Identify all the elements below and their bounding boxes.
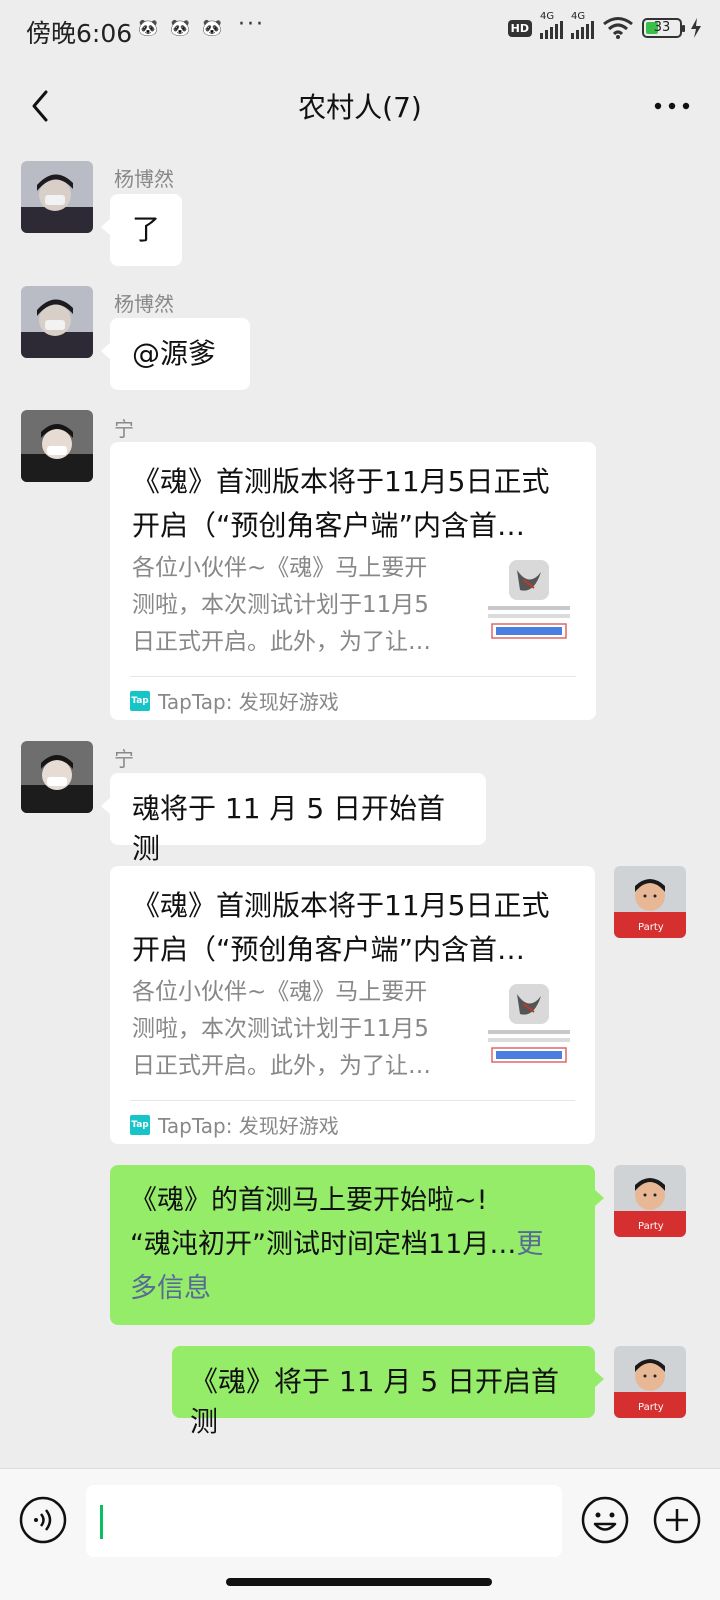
svg-text:Party: Party	[638, 1221, 664, 1232]
avatar[interactable]	[21, 286, 93, 358]
status-bar: 傍晚6:06 🐼 🐼 🐼 ··· HD 4G 4G 33	[0, 0, 720, 62]
wifi-icon	[603, 17, 633, 39]
more-info-link[interactable]: 更	[516, 1229, 543, 1260]
home-indicator[interactable]	[226, 1578, 492, 1586]
message-text: 《魂》的首测马上要开始啦~! “魂沌初开”测试时间定档11月…更 多信息	[130, 1179, 575, 1311]
link-card[interactable]: 《魂》首测版本将于11月5日正式 开启（“预创角客户端”内含首… 各位小伙伴~《…	[110, 442, 596, 720]
card-thumbnail	[484, 982, 574, 1072]
plus-icon	[653, 1496, 701, 1544]
taptap-icon: Tap	[130, 690, 150, 711]
more-notifications-icon: ···	[238, 12, 265, 37]
message-input[interactable]	[86, 1485, 562, 1557]
link-card[interactable]: 《魂》首测版本将于11月5日正式 开启（“预创角客户端”内含首… 各位小伙伴~《…	[110, 866, 595, 1144]
message-bubble[interactable]: 魂将于 11 月 5 日开始首测	[101, 773, 486, 865]
voice-icon	[19, 1496, 67, 1544]
svg-text:Party: Party	[638, 922, 664, 933]
card-divider	[130, 676, 576, 677]
more-button[interactable]	[646, 84, 698, 128]
my-avatar[interactable]: Party	[614, 866, 686, 938]
message-bubble[interactable]: 了	[101, 194, 182, 266]
card-divider	[130, 1100, 575, 1101]
avatar[interactable]	[21, 410, 93, 482]
card-source: Tap TapTap: 发现好游戏	[130, 1114, 339, 1138]
plus-button[interactable]	[652, 1495, 702, 1545]
notification-icon: 🐼	[138, 18, 158, 37]
card-description: 各位小伙伴~《魂》马上要开 测啦，本次测试计划于11月5 日正式开启。此外，为了…	[132, 979, 431, 1079]
my-avatar[interactable]: Party	[614, 1346, 686, 1418]
status-time: 傍晚6:06	[26, 19, 133, 48]
voice-button[interactable]	[18, 1495, 68, 1545]
avatar[interactable]	[21, 161, 93, 233]
card-source: Tap TapTap: 发现好游戏	[130, 690, 339, 714]
signal-icon: 4G	[571, 11, 594, 39]
message-bubble[interactable]: 《魂》的首测马上要开始啦~! “魂沌初开”测试时间定档11月…更 多信息	[110, 1165, 604, 1325]
emoji-icon	[581, 1496, 629, 1544]
nav-bar: 农村人(7)	[0, 62, 720, 150]
svg-text:Party: Party	[638, 1402, 664, 1413]
message-text: 魂将于 11 月 5 日开始首测	[132, 792, 446, 865]
taptap-icon: Tap	[130, 1114, 150, 1135]
message-text: @源爹	[132, 337, 217, 370]
message-bubble[interactable]: 《魂》将于 11 月 5 日开启首测	[172, 1346, 604, 1438]
chat-title: 农村人(7)	[298, 91, 422, 124]
sender-name: 宁	[114, 747, 134, 771]
sender-name: 杨博然	[114, 292, 174, 316]
sender-name: 杨博然	[114, 167, 174, 191]
card-title: 《魂》首测版本将于11月5日正式 开启（“预创角客户端”内含首…	[132, 889, 550, 966]
emoji-button[interactable]	[580, 1495, 630, 1545]
status-icons: HD 4G 4G 33	[507, 11, 702, 40]
more-icon	[654, 102, 690, 110]
notification-icon: 🐼	[170, 18, 190, 37]
sender-name: 宁	[114, 417, 134, 441]
text-caret	[100, 1505, 103, 1539]
card-thumbnail	[484, 558, 574, 648]
card-description: 各位小伙伴~《魂》马上要开 测啦，本次测试计划于11月5 日正式开启。此外，为了…	[132, 555, 431, 655]
avatar[interactable]	[21, 741, 93, 813]
chat-screen: 傍晚6:06 🐼 🐼 🐼 ··· HD 4G 4G 33 农村人(7) 杨博然 …	[0, 0, 720, 1600]
signal-icon: 4G	[540, 11, 563, 39]
battery-icon: 33	[642, 18, 685, 38]
message-text: 了	[131, 213, 160, 246]
notification-icon: 🐼	[202, 18, 222, 37]
message-bubble[interactable]: @源爹	[101, 318, 250, 390]
message-text: 《魂》将于 11 月 5 日开启首测	[190, 1365, 560, 1438]
card-title: 《魂》首测版本将于11月5日正式 开启（“预创角客户端”内含首…	[132, 465, 550, 542]
my-avatar[interactable]: Party	[614, 1165, 686, 1237]
more-info-link[interactable]: 多信息	[130, 1267, 575, 1311]
hd-badge: HD	[507, 19, 532, 37]
charging-icon	[691, 18, 701, 38]
